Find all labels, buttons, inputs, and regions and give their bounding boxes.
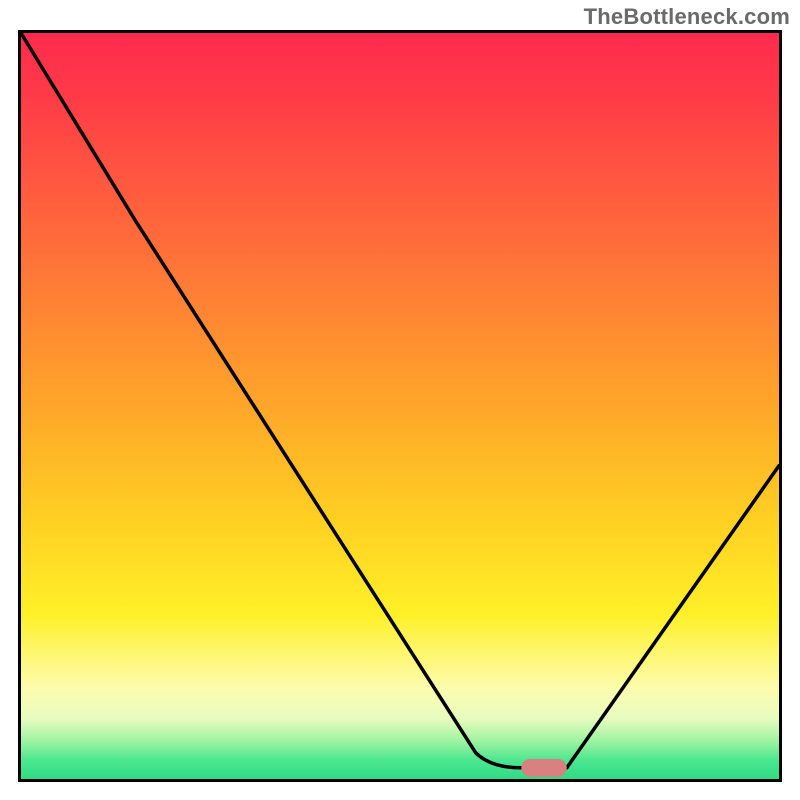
chart-canvas: TheBottleneck.com — [0, 0, 800, 800]
bottleneck-curve — [21, 33, 779, 768]
plot-area — [18, 30, 782, 782]
bottleneck-curve-svg — [21, 33, 779, 779]
attribution-text: TheBottleneck.com — [584, 4, 790, 30]
optimal-region-pill — [521, 759, 566, 777]
